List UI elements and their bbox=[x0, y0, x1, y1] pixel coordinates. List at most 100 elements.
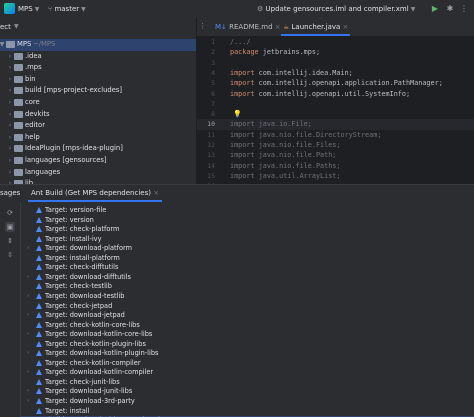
build-target-row[interactable]: Target: version bbox=[21, 216, 474, 226]
build-target-row[interactable]: Target: version-file bbox=[21, 206, 474, 216]
build-target-row[interactable]: › Target: download-platform bbox=[21, 244, 474, 254]
project-tree-item[interactable]: › editor bbox=[0, 120, 196, 132]
project-tree-item[interactable]: › .mps bbox=[0, 62, 196, 74]
ant-target-icon bbox=[36, 369, 42, 376]
more-icon[interactable]: ⋮ bbox=[459, 4, 469, 14]
project-tree-item-label: bin bbox=[25, 74, 36, 83]
chevron-right-icon[interactable]: › bbox=[6, 155, 14, 167]
expand-all-icon[interactable]: ⇕ bbox=[5, 236, 15, 246]
build-target-label: Target: install bbox=[45, 406, 90, 415]
build-target-row[interactable]: Target: check-platform bbox=[21, 225, 474, 235]
run-configuration-selector[interactable]: ⚙ Update gensources.iml and compiler.xml… bbox=[257, 3, 415, 15]
build-target-label: Target: download-platform bbox=[45, 244, 132, 253]
folder-icon bbox=[14, 64, 23, 72]
ant-target-icon bbox=[36, 331, 42, 338]
project-tree-item-label: languages bbox=[25, 167, 61, 176]
build-target-row[interactable]: Target: check-jetpad bbox=[21, 302, 474, 312]
build-target-label: Target: download-jetpad bbox=[45, 311, 125, 320]
ant-target-icon bbox=[36, 340, 42, 348]
chevron-right-icon[interactable]: › bbox=[6, 62, 14, 74]
project-tree-item[interactable]: › languages [gensources] bbox=[0, 155, 196, 167]
project-tree-item-label: devkits bbox=[25, 109, 50, 118]
build-target-row[interactable]: › Target: download-kotlin-core-libs bbox=[21, 330, 474, 340]
chevron-right-icon[interactable]: › bbox=[6, 167, 14, 179]
build-target-row[interactable]: › Target: download-junit-libs bbox=[21, 387, 474, 397]
build-target-row[interactable]: Target: install-platform bbox=[21, 254, 474, 264]
build-target-row[interactable]: Target: install bbox=[21, 407, 474, 417]
chevron-right-icon[interactable]: › bbox=[27, 330, 29, 340]
build-target-row[interactable]: › Target: download-testlib bbox=[21, 292, 474, 302]
build-target-row[interactable]: › Target: download-kotlin-compiler bbox=[21, 368, 474, 378]
chevron-right-icon[interactable]: › bbox=[6, 120, 14, 132]
chevron-right-icon[interactable]: › bbox=[6, 85, 14, 97]
chevron-right-icon[interactable]: › bbox=[27, 387, 29, 397]
project-tree-item[interactable]: › IdeaPlugin [mps-idea-plugin] bbox=[0, 143, 196, 155]
tab-readme[interactable]: M↓ README.md × bbox=[215, 18, 281, 36]
build-target-row[interactable]: Target: check-kotlin-compiler bbox=[21, 359, 474, 369]
project-tree-item[interactable]: › bin bbox=[0, 74, 196, 86]
build-target-label: Target: check-kotlin-compiler bbox=[45, 358, 141, 367]
chevron-right-icon[interactable]: › bbox=[6, 74, 14, 86]
build-target-row[interactable]: Target: check-kotlin-core-libs bbox=[21, 321, 474, 331]
build-target-label: Target: version-file bbox=[45, 206, 107, 214]
filter-icon[interactable]: ▣ bbox=[5, 222, 15, 232]
tab-launcher-java[interactable]: ☕ Launcher.java × bbox=[281, 18, 351, 36]
build-target-row[interactable]: › Target: download-difftutils bbox=[21, 273, 474, 283]
project-tree-item[interactable]: › devkits bbox=[0, 109, 196, 121]
chevron-right-icon[interactable]: › bbox=[27, 311, 29, 321]
ant-target-icon bbox=[36, 378, 42, 386]
ant-target-icon bbox=[36, 245, 42, 252]
build-target-row[interactable]: › Target: download-kotlin-plugin-libs bbox=[21, 349, 474, 359]
chevron-right-icon[interactable]: › bbox=[6, 109, 14, 121]
folder-icon bbox=[14, 145, 23, 153]
rerun-icon[interactable]: ⟳ bbox=[5, 208, 15, 218]
project-tree-item[interactable]: › build [mps-project-excludes] bbox=[0, 85, 196, 97]
project-tree-item-label: languages [gensources] bbox=[25, 156, 107, 164]
project-tree-item[interactable]: › help bbox=[0, 132, 196, 144]
line-number: 13 bbox=[207, 151, 215, 160]
chevron-right-icon[interactable]: › bbox=[27, 349, 29, 359]
chevron-down-icon[interactable]: ▼ bbox=[14, 23, 19, 30]
project-tree-item[interactable]: ▼ MPS ~/MPS bbox=[0, 39, 196, 51]
close-icon[interactable]: × bbox=[340, 23, 349, 31]
project-path-hint: ~/MPS bbox=[33, 40, 56, 48]
lightbulb-icon[interactable]: 💡 bbox=[233, 110, 242, 118]
tab-menu-icon[interactable]: ⋮ bbox=[199, 22, 207, 31]
build-target-row[interactable]: › Target: download-3rd-party bbox=[21, 397, 474, 407]
code-editor[interactable]: 1 /.../ 2 package jetbrains.mps; 3 4 import co… bbox=[197, 36, 474, 184]
line-number: 1 bbox=[211, 38, 215, 46]
project-tree-item[interactable]: › core bbox=[0, 97, 196, 109]
chevron-right-icon[interactable]: › bbox=[27, 292, 29, 302]
project-tree-item[interactable]: › languages bbox=[0, 167, 196, 179]
collapse-all-icon[interactable]: ⇳ bbox=[5, 250, 15, 260]
build-target-label: Target: check-platform bbox=[45, 225, 120, 234]
build-target-row[interactable]: › Target: download-jetpad bbox=[21, 311, 474, 321]
close-icon[interactable]: × bbox=[273, 23, 281, 31]
chevron-right-icon[interactable]: › bbox=[6, 132, 14, 144]
chevron-right-icon[interactable]: › bbox=[27, 397, 29, 407]
chevron-right-icon[interactable]: › bbox=[6, 51, 14, 63]
debug-icon[interactable]: ✱ bbox=[445, 4, 455, 14]
build-window-title: sages bbox=[0, 189, 21, 197]
chevron-right-icon[interactable]: › bbox=[6, 143, 14, 155]
build-target-label: Target: check-junit-libs bbox=[45, 377, 120, 386]
chevron-right-icon[interactable]: › bbox=[27, 244, 29, 254]
close-icon[interactable]: × bbox=[151, 189, 159, 197]
ant-target-icon bbox=[36, 283, 42, 290]
build-target-row[interactable]: Target: check-difftutils bbox=[21, 263, 474, 273]
chevron-right-icon[interactable]: › bbox=[6, 97, 14, 109]
build-target-row[interactable]: Target: check-kotlin-plugin-libs bbox=[21, 340, 474, 350]
build-target-row[interactable]: Target: install-ivy bbox=[21, 235, 474, 245]
vcs-branch-widget[interactable]: ⑂ master ▼ bbox=[48, 3, 86, 15]
run-icon[interactable]: ▶ bbox=[430, 4, 440, 14]
tab-ant-build[interactable]: Ant Build (Get MPS dependencies) × bbox=[28, 185, 163, 202]
project-tree-item[interactable]: › .idea bbox=[0, 51, 196, 63]
build-target-row[interactable]: Target: check-testlib bbox=[21, 282, 474, 292]
chevron-down-icon: ▼ bbox=[81, 6, 86, 13]
chevron-right-icon[interactable]: › bbox=[27, 273, 29, 283]
ant-target-icon bbox=[36, 398, 42, 405]
project-switcher[interactable]: MPS ▼ bbox=[18, 3, 39, 15]
build-target-row[interactable]: Target: check-junit-libs bbox=[21, 378, 474, 388]
chevron-right-icon[interactable]: › bbox=[27, 368, 29, 378]
code-line: import com.intellij.openapi.application.… bbox=[230, 79, 443, 88]
